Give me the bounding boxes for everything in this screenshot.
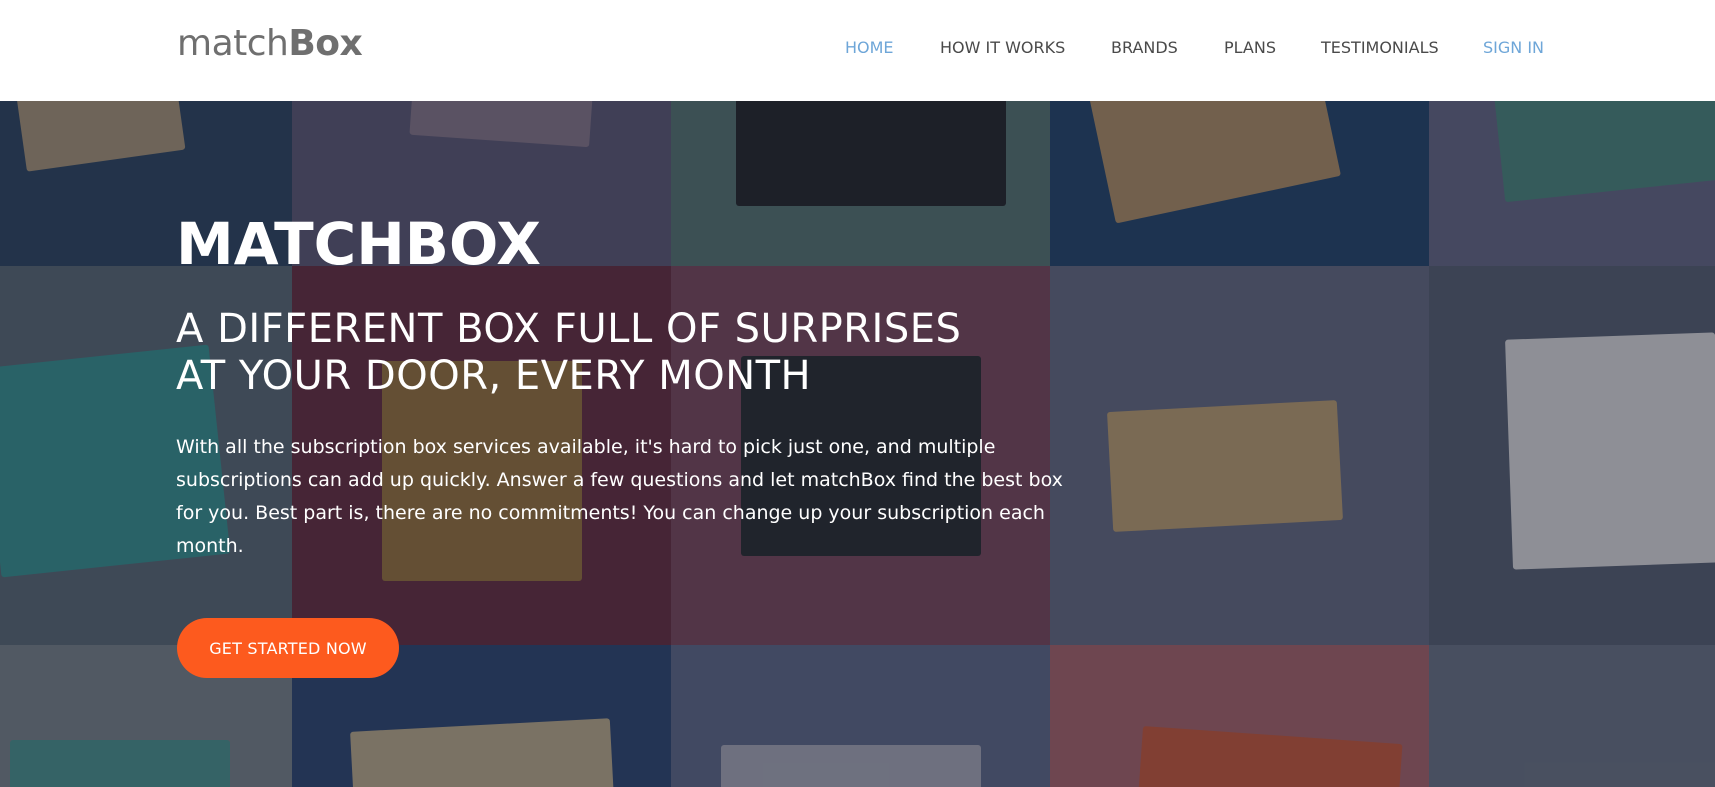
get-started-button[interactable]: GET STARTED NOW <box>177 618 399 678</box>
nav-testimonials-link[interactable]: TESTIMONIALS <box>1321 38 1439 58</box>
nav-sign-in-link[interactable]: SIGN IN <box>1483 38 1544 58</box>
nav-brands-link[interactable]: BRANDS <box>1111 38 1178 58</box>
nav-plans-link[interactable]: PLANS <box>1224 38 1276 58</box>
hero-subtitle: A DIFFERENT BOX FULL OF SURPRISES AT YOU… <box>176 306 1156 400</box>
nav-home-link[interactable]: HOME <box>845 38 894 58</box>
top-navbar: matchBox HOME HOW IT WORKS BRANDS PLANS … <box>0 0 1715 101</box>
hero-title: MATCHBOX <box>176 209 541 279</box>
hero-title-light: MATCH <box>176 210 405 278</box>
hero-subtitle-line-2: AT YOUR DOOR, EVERY MONTH <box>176 353 812 399</box>
nav-how-it-works-link[interactable]: HOW IT WORKS <box>940 38 1065 58</box>
hero-description: With all the subscription box services a… <box>176 436 1063 557</box>
hero-section: MATCHBOX A DIFFERENT BOX FULL OF SURPRIS… <box>0 101 1715 787</box>
hero-subtitle-line-1: A DIFFERENT BOX FULL OF SURPRISES <box>176 306 962 352</box>
hero-title-bold: BOX <box>404 210 541 278</box>
main-nav: HOME HOW IT WORKS BRANDS PLANS TESTIMONI… <box>0 0 1715 101</box>
